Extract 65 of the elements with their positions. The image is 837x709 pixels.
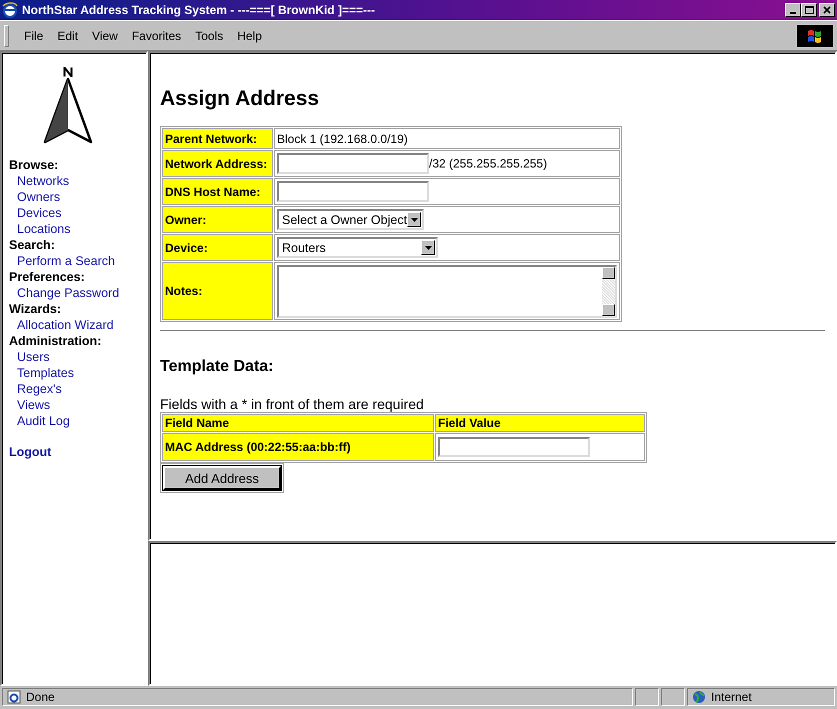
close-icon xyxy=(821,4,833,16)
field-label: DNS Host Name: xyxy=(162,178,273,205)
add-address-button[interactable]: Add Address xyxy=(163,466,281,490)
hint-text: Fields with a * in front of them are required xyxy=(160,396,425,412)
nav-link[interactable]: Allocation Wizard xyxy=(17,317,114,333)
nav-link[interactable]: Users xyxy=(17,349,50,365)
menu-item[interactable]: Help xyxy=(230,26,269,44)
north-icon xyxy=(63,67,73,77)
scroll-up-button[interactable] xyxy=(602,266,615,278)
close-button[interactable] xyxy=(819,3,835,17)
notes-field[interactable] xyxy=(277,264,617,318)
status-pane xyxy=(635,688,659,706)
page-icon xyxy=(6,689,22,705)
nav-link[interactable]: Views xyxy=(17,397,50,413)
field-value: Block 1 (192.168.0.0/19) xyxy=(274,128,620,149)
field-label: Network Address: xyxy=(162,150,273,177)
section-heading: Wizards: xyxy=(9,301,61,317)
nav-link[interactable]: Regex's xyxy=(17,381,62,397)
netmask-text: /32 (255.255.255.255) xyxy=(429,156,548,170)
status-text: Done xyxy=(26,690,55,704)
section-title: Template Data: xyxy=(160,358,275,376)
field-label: Device: xyxy=(162,234,273,261)
section-heading: Administration: xyxy=(9,333,102,349)
nav-link[interactable]: Change Password xyxy=(17,285,120,301)
zone-text: Internet xyxy=(711,690,752,704)
field-label: Notes: xyxy=(162,262,273,320)
menu-item[interactable]: Edit xyxy=(50,26,86,44)
field-label: Owner: xyxy=(162,206,273,233)
text-field[interactable] xyxy=(277,181,429,202)
window-title: NorthStar Address Tracking System - ---===[ BrownKid ]===--- xyxy=(22,3,376,17)
column-header: Field Value xyxy=(435,414,645,432)
nav-link[interactable]: Templates xyxy=(17,365,74,381)
toolbar-grip xyxy=(4,24,9,46)
page-title: Assign Address xyxy=(160,87,320,111)
scroll-down-button[interactable] xyxy=(602,304,615,316)
nav-link[interactable]: Owners xyxy=(17,189,60,205)
column-header: Field Name xyxy=(162,414,434,432)
menu-item[interactable]: View xyxy=(85,26,125,44)
logout-link[interactable]: Logout xyxy=(9,445,52,459)
section-heading: Search: xyxy=(9,237,55,253)
section-heading: Preferences: xyxy=(9,269,85,285)
menu-item[interactable]: File xyxy=(17,26,50,44)
status-pane xyxy=(661,688,685,706)
dropdown[interactable]: Select a Owner Object xyxy=(277,209,424,230)
maximize-icon xyxy=(803,4,815,16)
minimize-icon xyxy=(790,12,796,14)
nav-link[interactable]: Locations xyxy=(17,221,71,237)
nav-link[interactable]: Devices xyxy=(17,205,62,221)
windows-logo-icon xyxy=(797,24,833,46)
browser-icon xyxy=(2,2,18,18)
section-heading: Browse: xyxy=(9,157,58,173)
dropdown[interactable]: Routers xyxy=(277,237,438,258)
menu-item[interactable]: Tools xyxy=(188,26,230,44)
text-field[interactable] xyxy=(277,153,429,174)
menu-item[interactable]: Favorites xyxy=(124,26,188,44)
nav-link[interactable]: Perform a Search xyxy=(17,253,115,269)
field-label: MAC Address (00:22:55:aa:bb:ff) xyxy=(162,433,434,461)
globe-icon xyxy=(691,689,707,705)
minimize-button[interactable] xyxy=(785,3,801,17)
text-field[interactable] xyxy=(438,437,590,457)
maximize-button[interactable] xyxy=(801,3,817,17)
nav-link[interactable]: Audit Log xyxy=(17,413,70,429)
scrollbar[interactable] xyxy=(602,266,615,316)
nav-link[interactable]: Networks xyxy=(17,173,70,189)
field-label: Parent Network: xyxy=(162,128,273,149)
